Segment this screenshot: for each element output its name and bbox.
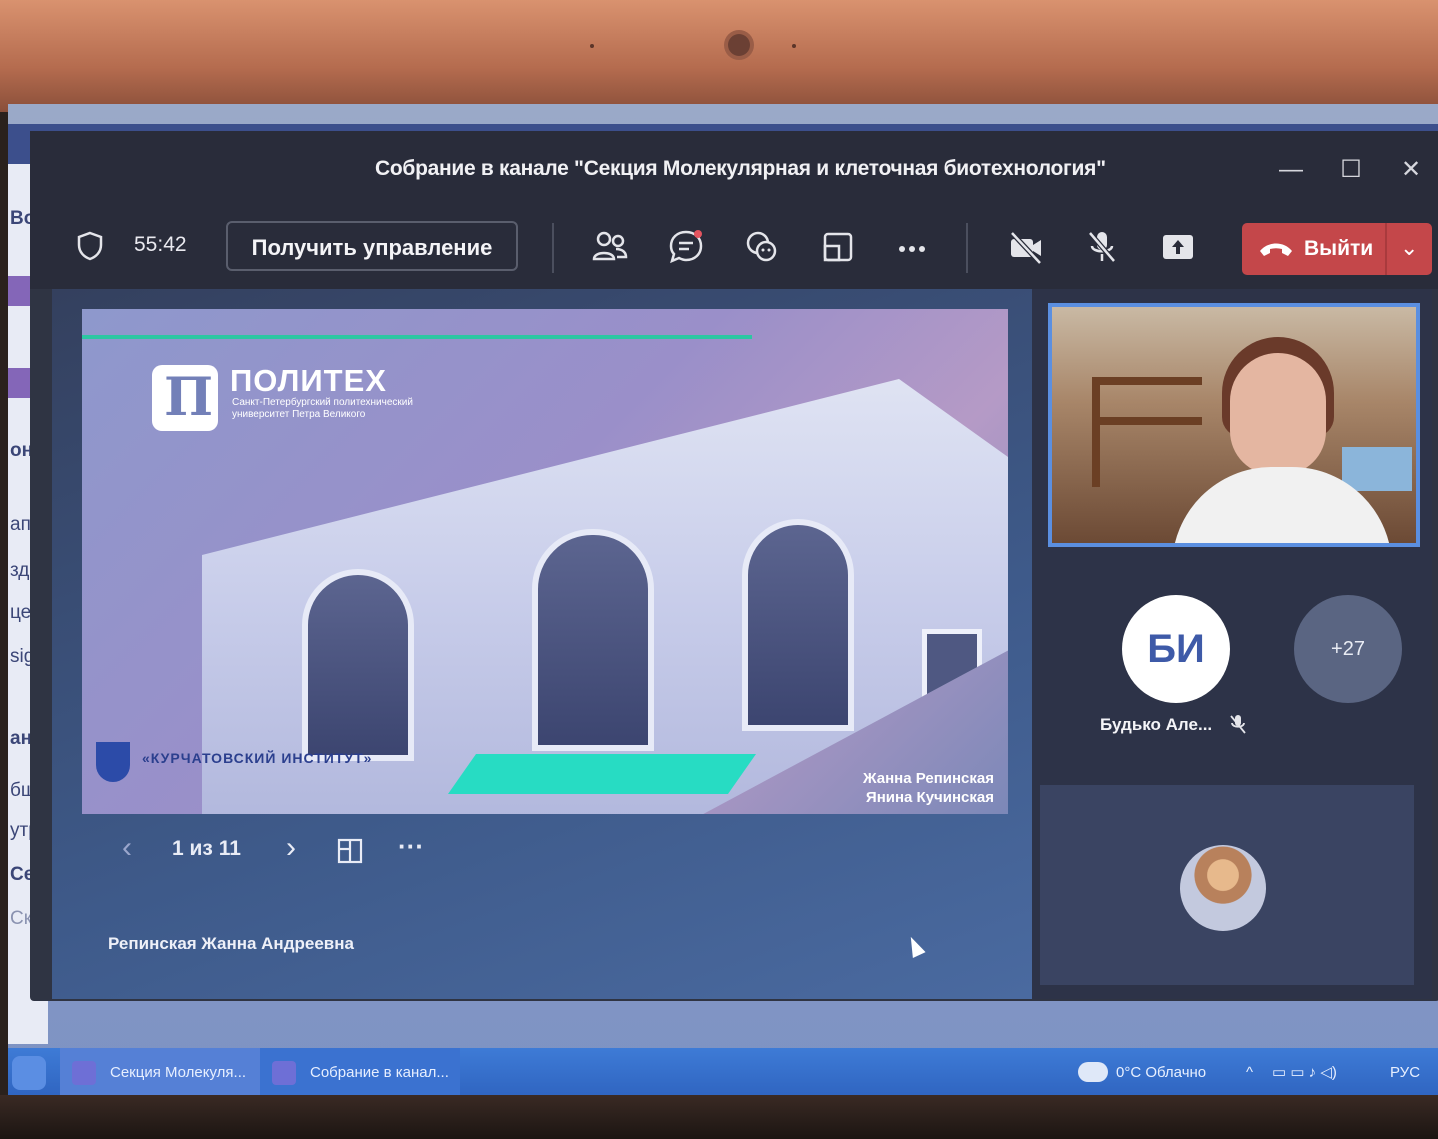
phone-icon [1260, 243, 1292, 256]
teams-meeting-window: Собрание в канале "Секция Молекулярная и… [30, 131, 1438, 1001]
windows-taskbar: Секция Молекуля... Собрание в канал... 0… [8, 1048, 1438, 1098]
shelf [1092, 377, 1202, 385]
tray-icons[interactable]: ▭ ▭ ♪ ◁) [1272, 1048, 1337, 1098]
close-icon[interactable]: ✕ [1396, 155, 1426, 185]
slide-more-icon[interactable]: ··· [398, 831, 424, 862]
bezel-dot [590, 44, 594, 48]
avatar[interactable]: БИ [1122, 595, 1230, 703]
kurchatov-emblem [96, 742, 130, 782]
laptop-bezel-top [0, 0, 1438, 112]
slide-authors: Жанна Репинская Янина Кучинская [863, 769, 994, 807]
next-slide-icon[interactable]: › [286, 831, 296, 865]
reactions-icon[interactable] [742, 227, 782, 267]
chat-icon[interactable] [666, 227, 706, 267]
taskbar-app-label: Секция Молекуля... [110, 1064, 247, 1081]
participant-name: Будько Але... [1100, 715, 1213, 734]
slide-counter: 1 из 11 [172, 837, 241, 860]
share-icon[interactable] [1158, 227, 1198, 267]
previous-slide-icon[interactable]: ‹ [122, 831, 132, 865]
mouse-cursor-icon [904, 933, 926, 959]
toolbar-divider [552, 223, 554, 273]
share-tray-icon[interactable] [818, 227, 858, 267]
laptop-bezel-bottom [0, 1095, 1438, 1139]
participants-panel: БИ +27 Будько Але... [1032, 289, 1432, 999]
weather-text: 0°C Облачно [1116, 1064, 1207, 1081]
chevron-up-icon[interactable]: ^ [1246, 1048, 1253, 1098]
participant-tile[interactable] [1040, 785, 1414, 985]
participant-video[interactable] [1048, 303, 1420, 547]
language-indicator[interactable]: РУС [1390, 1048, 1420, 1098]
taskbar-app[interactable]: Секция Молекуля... [60, 1048, 260, 1098]
cloud-icon [1078, 1062, 1108, 1082]
webcam [728, 34, 750, 56]
slide-grid-icon[interactable] [336, 837, 364, 865]
system-tray: 0°C Облачно ^ ▭ ▭ ♪ ◁) РУС [1078, 1048, 1428, 1098]
bezel-dot [792, 44, 796, 48]
kurchatov-block: «КУРЧАТОВСКИЙ ИНСТИТУТ» [92, 734, 432, 804]
taskbar-app-label: Собрание в канал... [310, 1064, 449, 1081]
more-icon[interactable] [892, 227, 932, 267]
more-participants-button[interactable]: +27 [1294, 595, 1402, 703]
teams-icon [272, 1061, 296, 1085]
shield-icon[interactable] [76, 231, 104, 261]
polytech-logo: П [152, 365, 218, 431]
title-bar: Собрание в канале "Секция Молекулярная и… [30, 131, 1438, 209]
window-arch [302, 569, 414, 761]
participants-icon[interactable] [590, 227, 630, 267]
window-title: Собрание в канале "Секция Молекулярная и… [375, 157, 1106, 180]
shelf [1092, 377, 1100, 487]
kurchatov-name: «КУРЧАТОВСКИЙ ИНСТИТУТ» [142, 750, 373, 766]
teams-icon [72, 1061, 96, 1085]
meeting-toolbar: 55:42 Получить управление Выйти ⌄ [30, 209, 1438, 289]
presenter-name: Репинская Жанна Андреевна [108, 934, 354, 953]
minimize-icon[interactable]: — [1276, 155, 1306, 185]
avatar [1180, 845, 1266, 931]
person-face [1230, 353, 1326, 475]
window-arch [532, 529, 654, 751]
presentation-slide: П ПОЛИТЕХ Санкт-Петербургский политехнич… [82, 309, 1008, 814]
author-name: Янина Кучинская [865, 789, 994, 806]
toolbar-divider [966, 223, 968, 273]
polytech-subtitle: Санкт-Петербургский политехнический унив… [232, 397, 413, 420]
background-monitor [1342, 447, 1412, 491]
maximize-icon[interactable]: ☐ [1336, 155, 1366, 185]
take-control-button[interactable]: Получить управление [226, 221, 518, 271]
shelf [1092, 417, 1202, 425]
meeting-timer: 55:42 [134, 233, 187, 256]
mic-off-icon[interactable] [1082, 227, 1122, 267]
shared-content-stage: П ПОЛИТЕХ Санкт-Петербургский политехнич… [52, 289, 1032, 999]
author-name: Жанна Репинская [863, 770, 994, 787]
camera-off-icon[interactable] [1006, 227, 1046, 267]
leave-label: Выйти [1304, 237, 1374, 260]
leave-button[interactable]: Выйти ⌄ [1242, 223, 1432, 275]
cyan-band [447, 754, 757, 794]
polytech-name: ПОЛИТЕХ [230, 363, 387, 398]
mic-off-icon [1230, 715, 1246, 734]
slide-accent-line [82, 335, 752, 339]
taskbar-app[interactable]: Собрание в канал... [260, 1048, 460, 1098]
window-pane [922, 629, 982, 709]
window-arch [742, 519, 854, 731]
start-icon[interactable] [12, 1056, 46, 1090]
chevron-down-icon[interactable]: ⌄ [1400, 235, 1418, 261]
leave-divider [1385, 223, 1387, 275]
